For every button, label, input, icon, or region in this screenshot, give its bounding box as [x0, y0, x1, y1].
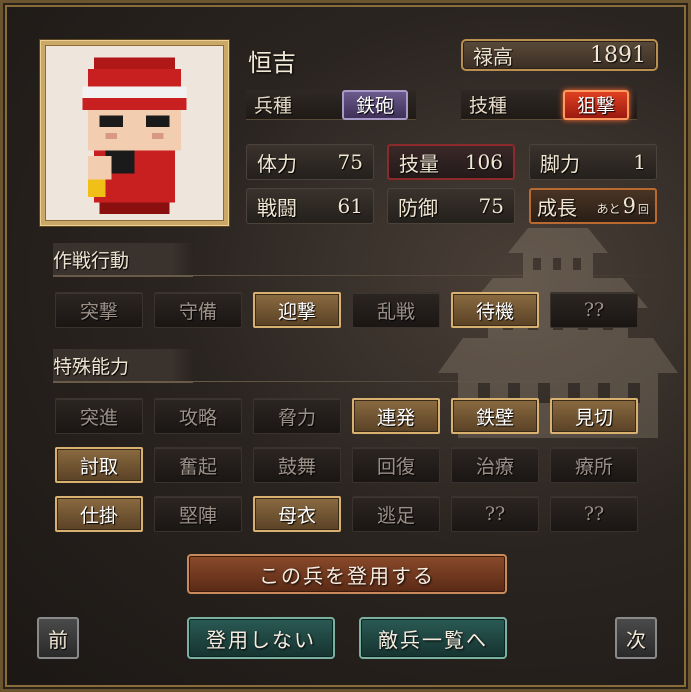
ability-button-12[interactable]: 仕掛: [55, 496, 143, 532]
ability-button-17[interactable]: ??: [550, 496, 638, 532]
stat-leg-label: 脚力: [540, 151, 580, 176]
enemy-list-button[interactable]: 敵兵一覧へ: [359, 617, 507, 659]
stat-defense-value: 75: [478, 194, 504, 218]
skill-type-panel: 技種 狙撃: [461, 89, 637, 120]
stat-skill-label: 技量: [399, 151, 439, 176]
salary-value: 1891: [590, 42, 646, 68]
stat-skill-value: 106: [464, 150, 503, 174]
ability-button-1[interactable]: 攻略: [154, 398, 242, 434]
stat-growth-prefix: あと: [596, 202, 621, 216]
unit-portrait: [45, 45, 224, 221]
stat-leg: 脚力 1: [529, 144, 657, 180]
stat-growth-value: 9: [622, 194, 636, 218]
prev-button[interactable]: 前: [37, 617, 79, 659]
ability-button-4[interactable]: 鉄壁: [451, 398, 539, 434]
troop-type-label: 兵種: [254, 95, 293, 117]
stat-defense: 防御 75: [387, 188, 515, 224]
tactics-section-header: 作戦行動: [43, 243, 683, 277]
stat-combat-value: 61: [337, 194, 363, 218]
unit-info-window: 恒吉 禄高 1891 兵種 鉄砲 技種 狙撃 体力 75 技量 106 脚力 1…: [0, 0, 691, 692]
troop-type-panel: 兵種 鉄砲: [246, 89, 416, 120]
stat-combat: 戦闘 61: [246, 188, 374, 224]
abilities-section-header: 特殊能力: [43, 349, 683, 383]
recruit-button[interactable]: この兵を登用する: [187, 554, 507, 594]
tactic-button-2[interactable]: 迎撃: [253, 292, 341, 328]
ability-button-2[interactable]: 脅力: [253, 398, 341, 434]
portrait-frame: [40, 40, 229, 226]
tactic-button-4[interactable]: 待機: [451, 292, 539, 328]
tactics-title: 作戦行動: [53, 243, 193, 277]
salary-box: 禄高 1891: [461, 39, 658, 71]
ability-button-8[interactable]: 鼓舞: [253, 447, 341, 483]
stat-leg-value: 1: [633, 150, 646, 174]
troop-type-badge: 鉄砲: [341, 89, 408, 120]
abilities-divider: [193, 380, 683, 382]
ability-button-16[interactable]: ??: [451, 496, 539, 532]
stat-defense-label: 防御: [398, 195, 438, 220]
stat-growth: 成長 あと 9 回: [529, 188, 657, 224]
salary-label: 禄高: [473, 44, 513, 69]
stat-combat-label: 戦闘: [257, 195, 297, 220]
stat-growth-label: 成長: [537, 195, 577, 220]
skill-type-label: 技種: [469, 95, 508, 117]
ability-button-14[interactable]: 母衣: [253, 496, 341, 532]
unit-name: 恒吉: [248, 49, 296, 77]
stat-growth-remaining: あと 9 回: [597, 194, 649, 218]
ability-button-15[interactable]: 逃足: [352, 496, 440, 532]
soldier-pixel-icon: [47, 46, 222, 220]
ability-button-6[interactable]: 討取: [55, 447, 143, 483]
tactic-button-0[interactable]: 突撃: [55, 292, 143, 328]
abilities-title: 特殊能力: [53, 349, 193, 383]
tactic-button-3[interactable]: 乱戦: [352, 292, 440, 328]
ability-button-7[interactable]: 奮起: [154, 447, 242, 483]
stat-hp: 体力 75: [246, 144, 374, 180]
stat-hp-value: 75: [337, 150, 363, 174]
tactics-divider: [193, 274, 683, 276]
ability-button-13[interactable]: 堅陣: [154, 496, 242, 532]
ability-button-9[interactable]: 回復: [352, 447, 440, 483]
next-button[interactable]: 次: [615, 617, 657, 659]
stat-hp-label: 体力: [257, 151, 297, 176]
ability-button-11[interactable]: 療所: [550, 447, 638, 483]
ability-button-5[interactable]: 見切: [550, 398, 638, 434]
ability-button-0[interactable]: 突進: [55, 398, 143, 434]
stat-skill: 技量 106: [387, 144, 515, 180]
tactic-button-1[interactable]: 守備: [154, 292, 242, 328]
stat-growth-unit: 回: [638, 203, 649, 216]
decline-button[interactable]: 登用しない: [187, 617, 335, 659]
ability-button-3[interactable]: 連発: [352, 398, 440, 434]
ability-button-10[interactable]: 治療: [451, 447, 539, 483]
tactic-button-5[interactable]: ??: [550, 292, 638, 328]
skill-type-badge: 狙撃: [562, 89, 629, 120]
